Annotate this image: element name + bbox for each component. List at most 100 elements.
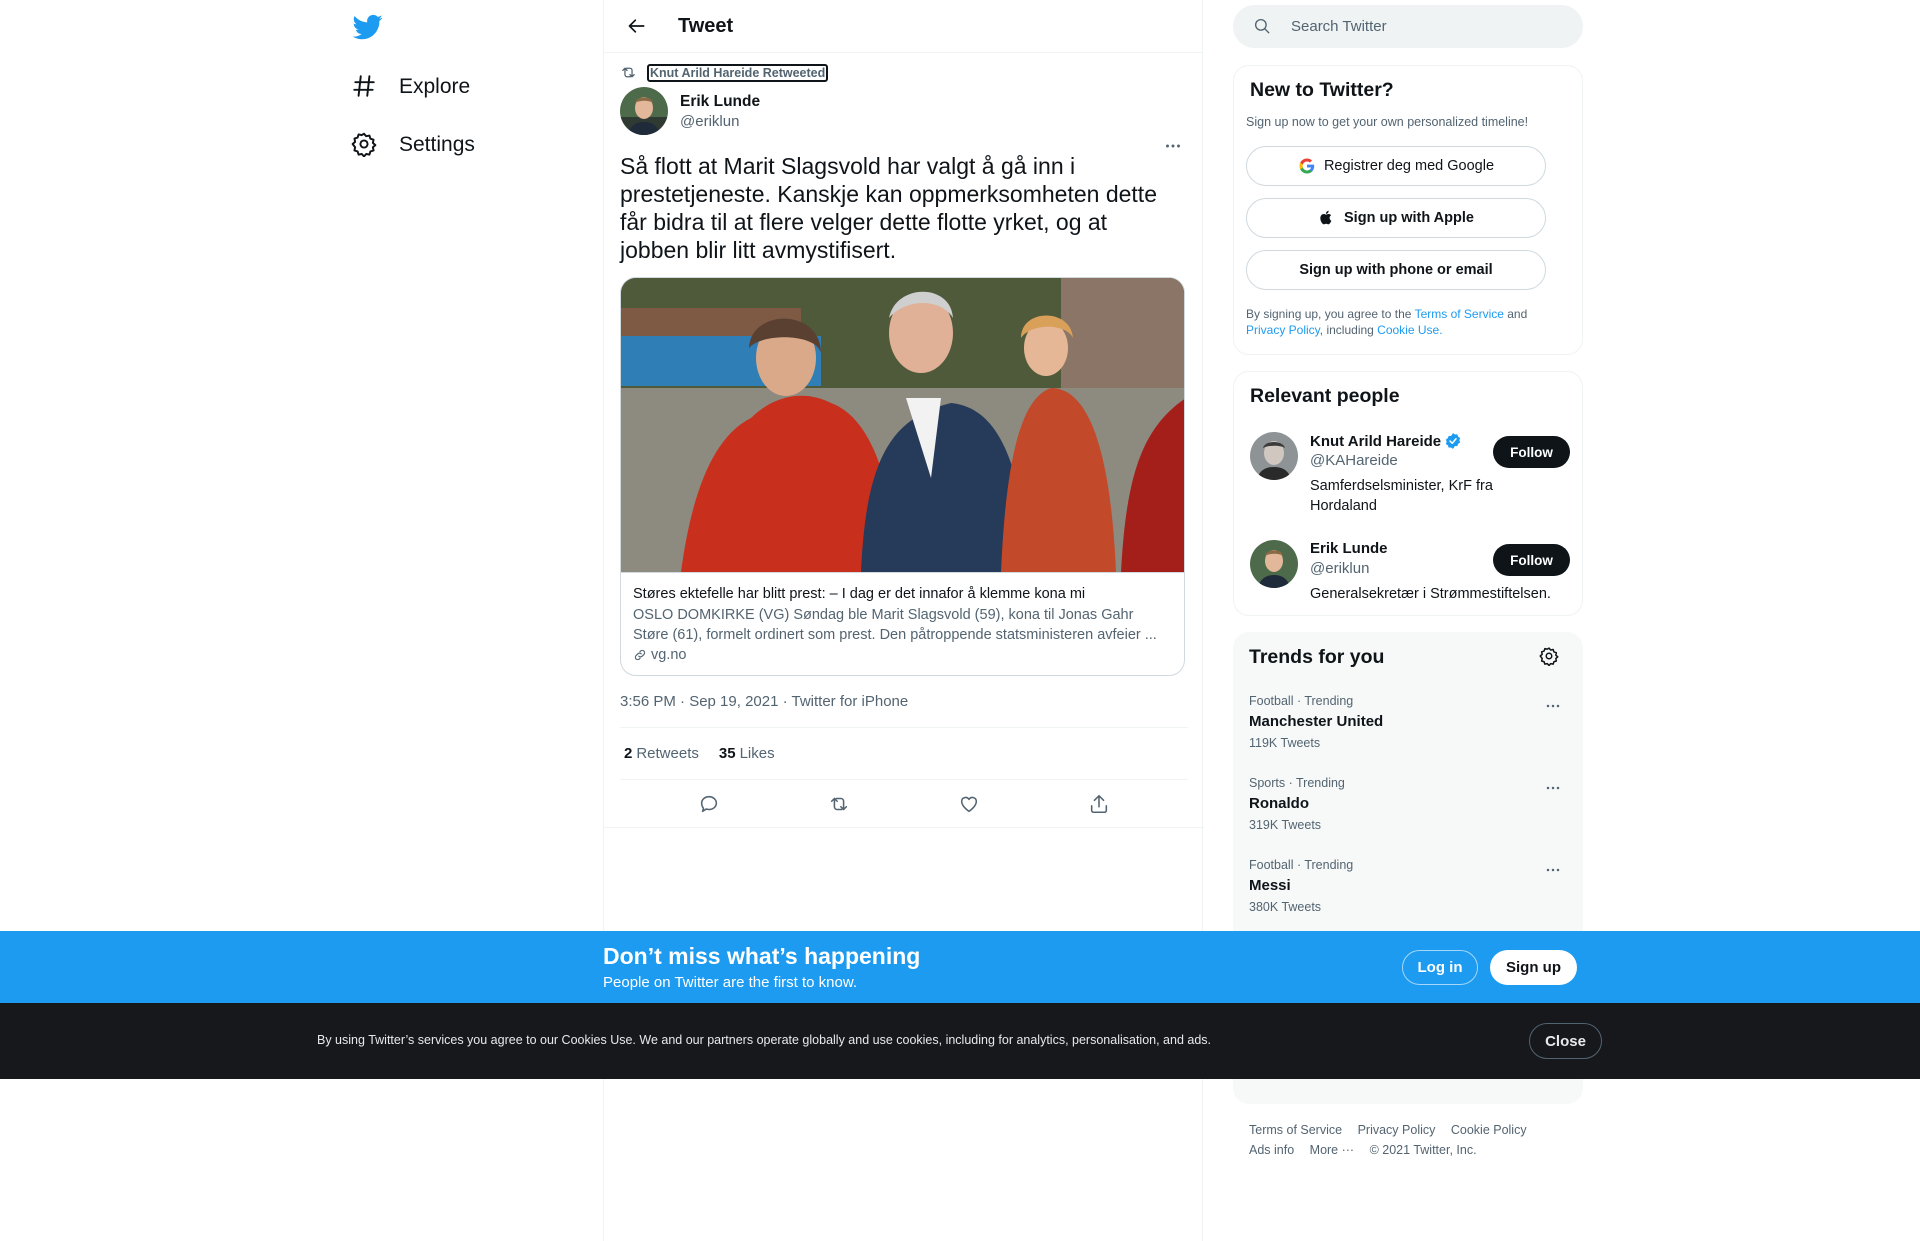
trend-count: 119K Tweets bbox=[1249, 736, 1321, 750]
signup-legal-text: By signing up, you agree to the Terms of… bbox=[1246, 306, 1566, 338]
phone-email-signup-button[interactable]: Sign up with phone or email bbox=[1246, 250, 1546, 290]
reply-icon[interactable] bbox=[698, 793, 720, 815]
footer-link[interactable]: Cookie Policy bbox=[1451, 1123, 1527, 1137]
footer-link[interactable]: Privacy Policy bbox=[1358, 1123, 1436, 1137]
likes-count[interactable]: 35 bbox=[719, 745, 736, 762]
person-name[interactable]: Knut Arild Hareide bbox=[1310, 432, 1462, 450]
google-signup-button[interactable]: Registrer deg med Google bbox=[1246, 146, 1546, 186]
trend-context: Football · Trending bbox=[1249, 694, 1354, 708]
tweet-timestamp[interactable]: 3:56 PM · Sep 19, 2021 · Twitter for iPh… bbox=[620, 693, 1188, 728]
likes-label[interactable]: Likes bbox=[740, 745, 775, 762]
trends-title: Trends for you bbox=[1249, 646, 1385, 668]
retweet-action-icon[interactable] bbox=[828, 793, 850, 815]
more-options-icon[interactable] bbox=[1543, 860, 1565, 882]
trend-item[interactable]: Football · Trending Messi 380K Tweets bbox=[1249, 858, 1569, 928]
footer-links: Terms of Service Privacy Policy Cookie P… bbox=[1249, 1120, 1579, 1160]
trend-count: 319K Tweets bbox=[1249, 818, 1322, 832]
person-bio: Samferdselsminister, KrF fra Hordaland bbox=[1310, 478, 1493, 514]
tweet-actions bbox=[604, 780, 1204, 828]
login-button[interactable]: Log in bbox=[1402, 950, 1478, 985]
nav-settings-label: Settings bbox=[399, 133, 475, 156]
author-handle[interactable]: @eriklun bbox=[680, 113, 760, 130]
link-icon bbox=[633, 648, 647, 662]
new-to-twitter-panel: New to Twitter? Sign up now to get your … bbox=[1233, 65, 1583, 355]
more-options-icon[interactable] bbox=[1162, 135, 1186, 159]
terms-link[interactable]: Terms of Service bbox=[1415, 307, 1504, 321]
privacy-link[interactable]: Privacy Policy bbox=[1246, 323, 1320, 337]
new-to-twitter-subtitle: Sign up now to get your own personalized… bbox=[1246, 115, 1529, 129]
card-domain: vg.no bbox=[633, 647, 1172, 663]
relevant-people-title: Relevant people bbox=[1250, 385, 1400, 407]
like-heart-icon[interactable] bbox=[958, 793, 980, 815]
trend-context: Sports · Trending bbox=[1249, 776, 1345, 790]
retweet-context: Knut Arild Hareide Retweeted bbox=[620, 63, 1186, 83]
trend-name: Messi bbox=[1249, 877, 1291, 894]
footer-more-link[interactable]: More ··· bbox=[1310, 1143, 1354, 1157]
retweet-icon bbox=[620, 64, 638, 82]
banner-subtitle: People on Twitter are the first to know. bbox=[603, 974, 858, 991]
cookie-banner: By using Twitter’s services you agree to… bbox=[0, 1003, 1920, 1079]
retweeted-by-link[interactable]: Knut Arild Hareide Retweeted bbox=[647, 64, 829, 82]
trend-name: Ronaldo bbox=[1249, 795, 1309, 812]
author-names: Erik Lunde @eriklun bbox=[680, 93, 760, 130]
share-icon[interactable] bbox=[1088, 793, 1110, 815]
new-to-twitter-title: New to Twitter? bbox=[1250, 79, 1394, 101]
apple-signup-label: Sign up with Apple bbox=[1344, 210, 1474, 226]
google-icon bbox=[1298, 157, 1316, 175]
footer-link[interactable]: Terms of Service bbox=[1249, 1123, 1342, 1137]
tweet: Knut Arild Hareide Retweeted Erik Lunde … bbox=[604, 53, 1204, 828]
cookie-use-link[interactable]: Cookie Use. bbox=[1377, 323, 1442, 337]
banner-title: Don’t miss what’s happening bbox=[603, 943, 921, 969]
card-title: Støres ektefelle har blitt prest: – I da… bbox=[633, 586, 1086, 602]
trend-item[interactable]: Sports · Trending Ronaldo 319K Tweets bbox=[1249, 776, 1569, 846]
footer-link[interactable]: Ads info bbox=[1249, 1143, 1294, 1157]
apple-signup-button[interactable]: Sign up with Apple bbox=[1246, 198, 1546, 238]
gear-icon[interactable] bbox=[1539, 646, 1561, 668]
trend-count: 380K Tweets bbox=[1249, 900, 1322, 914]
follow-button[interactable]: Follow bbox=[1493, 436, 1570, 468]
trend-item[interactable]: Football · Trending Manchester United 11… bbox=[1249, 694, 1569, 764]
relevant-people-panel: Relevant people Knut Arild Hareide @KAHa… bbox=[1233, 371, 1583, 616]
apple-icon bbox=[1318, 209, 1336, 227]
legal-and: and bbox=[1503, 307, 1528, 321]
nav-settings[interactable]: Settings bbox=[351, 123, 475, 167]
follow-button[interactable]: Follow bbox=[1493, 544, 1570, 576]
page-title: Tweet bbox=[678, 14, 734, 37]
verified-badge-icon bbox=[1444, 432, 1462, 450]
tweet-header: Tweet bbox=[604, 0, 1202, 53]
close-button[interactable]: Close bbox=[1529, 1023, 1602, 1059]
search-icon bbox=[1253, 17, 1273, 37]
back-arrow-icon[interactable] bbox=[620, 9, 654, 43]
twitter-bird-icon[interactable] bbox=[351, 12, 389, 44]
trend-context: Football · Trending bbox=[1249, 858, 1354, 872]
more-options-icon[interactable] bbox=[1543, 778, 1565, 800]
person-name[interactable]: Erik Lunde bbox=[1310, 540, 1388, 557]
trend-name: Manchester United bbox=[1249, 713, 1384, 730]
card-description: OSLO DOMKIRKE (VG) Søndag ble Marit Slag… bbox=[633, 607, 1157, 643]
phone-email-signup-label: Sign up with phone or email bbox=[1299, 262, 1493, 278]
avatar[interactable] bbox=[1250, 540, 1298, 588]
legal-prefix: By signing up, you agree to the bbox=[1246, 307, 1415, 321]
more-options-icon[interactable] bbox=[1543, 696, 1565, 718]
avatar[interactable] bbox=[620, 87, 668, 135]
copyright: © 2021 Twitter, Inc. bbox=[1369, 1143, 1477, 1157]
hashtag-icon bbox=[351, 73, 379, 101]
nav-explore[interactable]: Explore bbox=[351, 65, 470, 109]
search-box[interactable] bbox=[1233, 5, 1583, 48]
link-card[interactable]: Støres ektefelle har blitt prest: – I da… bbox=[620, 277, 1185, 676]
search-input[interactable] bbox=[1291, 18, 1551, 35]
nav-explore-label: Explore bbox=[399, 75, 471, 98]
retweets-count[interactable]: 2 bbox=[624, 745, 632, 762]
legal-including: , including bbox=[1319, 323, 1378, 337]
retweets-label[interactable]: Retweets bbox=[636, 745, 699, 762]
card-domain-label: vg.no bbox=[651, 647, 687, 663]
card-body: Støres ektefelle har blitt prest: – I da… bbox=[621, 572, 1184, 675]
cookie-text: By using Twitter’s services you agree to… bbox=[317, 1033, 1212, 1047]
avatar[interactable] bbox=[1250, 432, 1298, 480]
author-name[interactable]: Erik Lunde bbox=[680, 93, 760, 111]
person-handle: @KAHareide bbox=[1310, 452, 1398, 469]
signup-button[interactable]: Sign up bbox=[1490, 950, 1577, 985]
signup-banner: Don’t miss what’s happening People on Tw… bbox=[0, 931, 1920, 1003]
person-handle: @eriklun bbox=[1310, 560, 1370, 577]
person-name-label: Knut Arild Hareide bbox=[1310, 432, 1442, 450]
